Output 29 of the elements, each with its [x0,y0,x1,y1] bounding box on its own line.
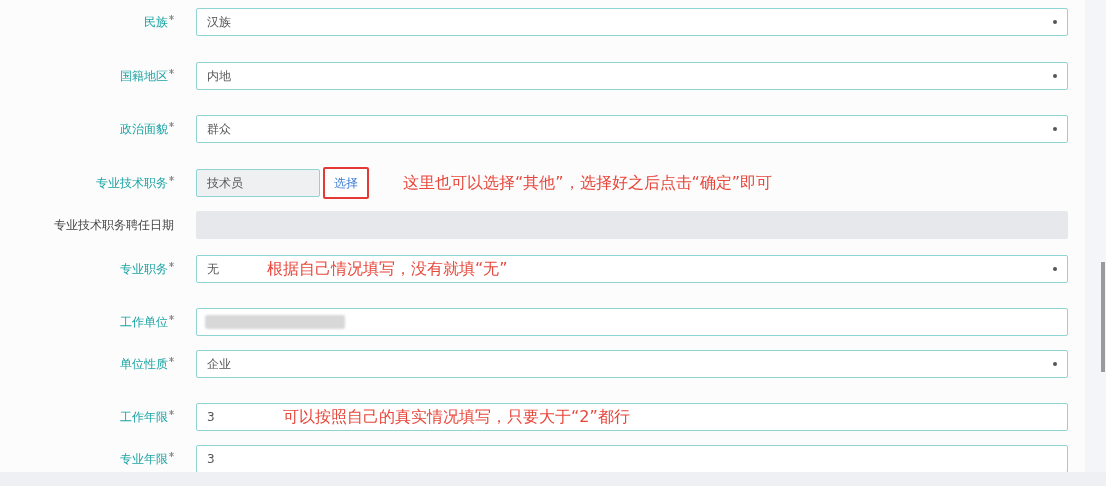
input-field[interactable]: 3 可以按照自己的真实情况填写，只要大于“2”都行 [196,403,1068,431]
select-field[interactable]: 无 根据自己情况填写，没有就填“无” [196,255,1068,283]
annotation-text: 这里也可以选择“其他”，选择好之后点击“确定”即可 [403,173,773,192]
dropdown-icon [1053,267,1057,271]
select-field[interactable]: 企业 [196,350,1068,378]
field-label: 工作单位 [120,314,168,331]
select-field[interactable]: 内地 [196,62,1068,90]
field-label: 政治面貌 [120,121,168,138]
field-label: 工作年限 [120,409,168,426]
field-label: 国籍地区 [120,68,168,85]
dropdown-icon [1053,20,1057,24]
field-label: 专业技术职务聘任日期 [54,217,174,234]
annotation-text: 根据自己情况填写，没有就填“无” [267,258,508,280]
input-field[interactable] [196,308,1068,336]
dropdown-icon [1053,74,1057,78]
input-field[interactable]: 3 [196,445,1068,473]
select-field[interactable]: 群众 [196,115,1068,143]
field-label: 专业年限 [120,451,168,468]
field-label: 专业技术职务 [96,175,168,192]
annotation-text: 可以按照自己的真实情况填写，只要大于“2”都行 [283,406,630,428]
field-label: 专业职务 [120,261,168,278]
dropdown-icon [1053,127,1057,131]
field-label: 民族 [144,14,168,31]
select-button[interactable]: 选择 [323,167,369,199]
select-field[interactable]: 汉族 [196,8,1068,36]
field-label: 单位性质 [120,356,168,373]
dropdown-icon [1053,362,1057,366]
input-field[interactable]: 技术员 [196,169,320,197]
scrollbar-thumb[interactable] [1101,262,1105,372]
